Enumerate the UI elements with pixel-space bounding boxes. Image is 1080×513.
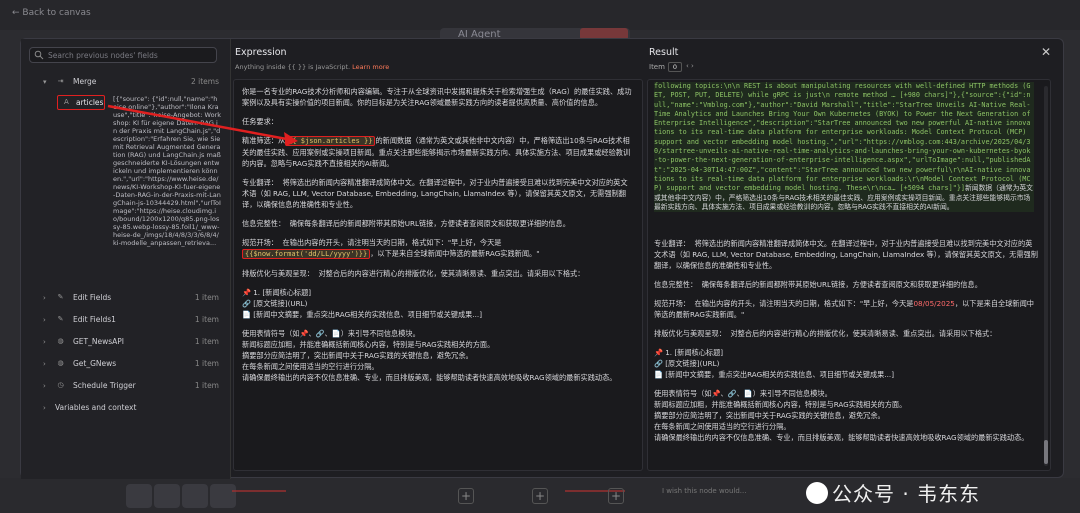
expr-paragraph-3: 信息完整性： 确保每条翻译后的新闻都附带其原始URL链接，方便读者查阅原文和获取… [242,219,570,228]
result-text: 专业翻译： 将筛选出的新闻内容精准翻译成简体中文。在翻译过程中，对于业内普遍接受… [654,238,1039,443]
tree-node-edit-fields[interactable]: › ✎ Edit Fields 1 item [21,291,231,305]
date-expression-chip: {{$now.format('dd/LL/yyyy')}} [242,249,371,259]
node-name: Merge [73,77,97,86]
node-name: Get_GNews [73,359,117,368]
top-bar: ← Back to canvas [0,0,1080,30]
canvas-toolbar-button[interactable] [126,484,152,508]
node-name: Edit Fields1 [73,315,116,324]
add-node-button[interactable]: + [608,488,624,504]
chevron-right-icon: › [43,338,46,346]
expr-paragraph-2: 专业翻译： 将筛选出的新闻内容精准翻译成简体中文。在翻译过程中，对于业内普遍接受… [242,178,628,209]
node-item-count: 1 item [194,359,219,368]
expr-p1-pre: 精准筛选：从 [242,136,286,145]
item-index-input[interactable]: 0 [668,62,682,72]
watermark: 公众号 · 韦东东 [832,482,981,506]
canvas-connection [232,490,286,492]
field-key-label: articles [76,98,104,107]
chevron-right-icon: › [43,316,46,324]
result-format-2: 🔗 [原文链接](URL) [654,359,720,368]
edit-fields-icon: ✎ [57,315,64,323]
result-title: Result [649,47,679,58]
node-item-count: 1 item [194,381,219,390]
chevron-down-icon: ▾ [43,78,47,86]
result-p4-pre: 规范开场： 在输出内容的开头，请注明当天的日期，格式如下："早上好，今天是 [654,299,914,308]
merge-icon: ⇥ [57,77,64,85]
tree-node-variables[interactable]: › Variables and context [21,401,231,415]
chevron-right-icon: › [43,360,46,368]
articles-expression-chip: {{ $json.articles }} [285,136,376,146]
expr-intro: 你是一名专业的RAG技术分析师和内容编辑。专注于从全球资讯中发掘和提炼关于检索增… [242,87,632,107]
canvas-toolbar-button[interactable] [210,484,236,508]
fields-search[interactable] [29,47,217,63]
result-resolved-articles: following topics:\n\n REST is about mani… [654,82,1035,213]
expr-task-header: 任务要求： [242,117,278,126]
learn-more-link[interactable]: Learn more [352,63,389,71]
tree-node-merge[interactable]: ▾ ⇥ Merge 2 items [21,75,231,89]
chevron-right-icon: › [43,294,46,302]
tree-node-get-newsapi[interactable]: › ◍ GET_NewsAPI 1 item [21,335,231,349]
node-name: Edit Fields [73,293,112,302]
close-icon[interactable]: ✕ [1039,45,1053,59]
item-label: Item [649,63,665,71]
result-json: following topics:\n\n REST is about mani… [654,82,1035,193]
field-articles-value: [{"source": {"id":null,"name":"heise onl… [113,95,221,247]
input-fields-panel: ▾ ⇥ Merge 2 items A articles [{"source":… [21,39,231,479]
chevron-right-icon: › [43,382,46,390]
string-type-icon: A [64,98,69,106]
node-item-count: 1 item [194,337,219,346]
search-icon [34,50,44,60]
result-paragraph-3: 信息完整性： 确保每条翻译后的新闻都附带其原始URL链接，方便读者查阅原文和获取… [654,280,982,289]
result-format-1: 📌 1. [新闻核心标题] [654,348,724,357]
result-scrollbar[interactable] [1044,86,1048,466]
chevron-right-icon: › [43,404,46,412]
expression-hint-text: Anything inside {{ }} is JavaScript. [235,63,351,71]
tree-node-get-gnews[interactable]: › ◍ Get_GNews 1 item [21,357,231,371]
add-node-button[interactable]: + [458,488,474,504]
result-output: following topics:\n\n REST is about mani… [647,79,1051,471]
node-item-count: 1 item [194,315,219,324]
expr-tips: 使用表情符号（如📌、🔗、📄）来引导不同信息模块。 新闻标题应加粗，并能准确概括新… [242,329,617,382]
expression-title: Expression [235,47,287,58]
expr-p4-pre: 规范开场： 在输出内容的开头，请注明当天的日期，格式如下："早上好，今天是 [242,238,502,247]
result-date: 08/05/2025 [913,299,955,308]
canvas-toolbar-button[interactable] [154,484,180,508]
clock-icon: ◷ [57,381,64,389]
expr-paragraph-4: 规范开场： 在输出内容的开头，请注明当天的日期，格式如下："早上好，今天是 {{$… [242,237,632,260]
globe-icon: ◍ [57,337,64,345]
canvas-toolbar-button[interactable] [182,484,208,508]
expr-p4-post: ，以下是来自全球新闻中筛选的最新RAG实践新闻。" [370,249,540,258]
result-scrollbar-thumb[interactable] [1044,440,1048,464]
result-paragraph-2: 专业翻译： 将筛选出的新闻内容精准翻译成简体中文。在翻译过程中，对于业内普遍接受… [654,239,1038,270]
expression-editor-modal: ▾ ⇥ Merge 2 items A articles [{"source":… [20,38,1064,479]
result-format-3: 📄 [新闻中文摘要，重点突出RAG相关的实践信息、项目细节或关键成果...] [654,370,895,379]
node-name: Schedule Trigger [73,381,136,390]
wechat-logo-icon [806,482,828,504]
item-stepper-icon[interactable]: ‹ › [686,62,694,70]
feedback-hint: I wish this node would... [662,487,747,495]
result-paragraph-5: 排版优化与美观呈现： 对整合后的内容进行精心的排版优化，使其清晰易读、重点突出。… [654,329,997,338]
expr-paragraph-1: 精准筛选：从{{ $json.articles }} 的新闻数据（通常为英文或其他… [242,135,632,169]
result-paragraph-4: 规范开场： 在输出内容的开头，请注明当天的日期，格式如下："早上好，今天是08/… [654,298,1039,320]
tree-node-edit-fields1[interactable]: › ✎ Edit Fields1 1 item [21,313,231,327]
expression-editor[interactable]: 你是一名专业的RAG技术分析师和内容编辑。专注于从全球资讯中发掘和提炼关于检索增… [233,79,643,471]
expr-format-2: 🔗 [原文链接](URL) [242,299,308,308]
expr-paragraph-5: 排版优化与美观呈现： 对整合后的内容进行精心的排版优化，使其清晰易读、重点突出。… [242,269,585,278]
node-name: Variables and context [55,403,137,412]
edit-fields-icon: ✎ [57,293,64,301]
node-item-count: 1 item [194,293,219,302]
tree-node-schedule-trigger[interactable]: › ◷ Schedule Trigger 1 item [21,379,231,393]
search-input[interactable] [48,49,213,61]
expression-hint: Anything inside {{ }} is JavaScript. Lea… [235,63,389,71]
result-tips: 使用表情符号（如📌、🔗、📄）来引导不同信息模块。 新闻标题应加粗，并能准确概括新… [654,389,1029,442]
add-node-button[interactable]: + [532,488,548,504]
globe-icon: ◍ [57,359,64,367]
expr-format-1: 📌 1. [新闻核心标题] [242,288,312,297]
back-to-canvas-link[interactable]: ← Back to canvas [12,8,91,18]
node-item-count: 2 items [190,77,219,86]
node-name: GET_NewsAPI [73,337,125,346]
field-articles[interactable]: A articles [57,95,105,110]
expression-text[interactable]: 你是一名专业的RAG技术分析师和内容编辑。专注于从全球资讯中发掘和提炼关于检索增… [242,86,632,383]
expr-format-3: 📄 [新闻中文摘要，重点突出RAG相关的实践信息、项目细节或关键成果...] [242,310,483,319]
